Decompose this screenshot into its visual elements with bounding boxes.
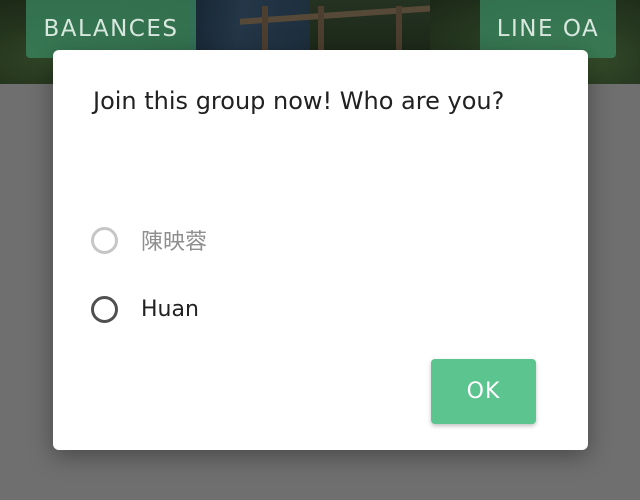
join-group-dialog: Join this group now! Who are you? 陳映蓉 Hu… bbox=[53, 50, 588, 450]
radio-button-icon[interactable] bbox=[91, 226, 118, 254]
radio-button-icon[interactable] bbox=[91, 295, 118, 323]
member-option-2[interactable]: Huan bbox=[91, 289, 391, 329]
member-option-label: Huan bbox=[141, 296, 199, 322]
ok-button[interactable]: OK bbox=[431, 359, 536, 424]
member-option-1[interactable]: 陳映蓉 bbox=[91, 220, 391, 260]
dialog-title: Join this group now! Who are you? bbox=[93, 87, 505, 115]
member-option-label: 陳映蓉 bbox=[141, 230, 208, 255]
